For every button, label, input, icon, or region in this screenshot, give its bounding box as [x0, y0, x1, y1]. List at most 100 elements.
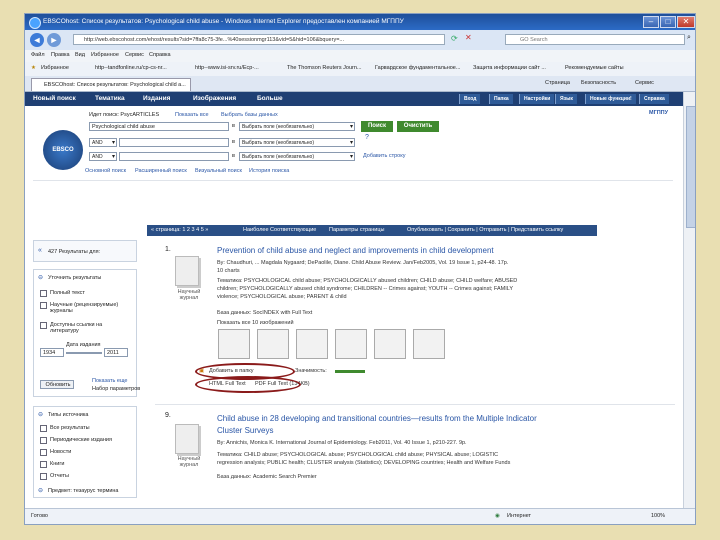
folder-link[interactable]: Папка [489, 94, 513, 104]
collapse-icon[interactable]: ⊖ [38, 487, 43, 494]
help-link[interactable]: Справка [639, 94, 669, 104]
image-thumbnail[interactable] [296, 329, 328, 359]
image-thumbnail[interactable] [413, 329, 445, 359]
bool-select-3[interactable]: AND [89, 152, 117, 161]
visual-search-link[interactable]: Визуальный поиск [195, 168, 242, 174]
choose-db-link[interactable]: Выбрать базы данных [221, 112, 278, 118]
query-input-2[interactable] [119, 138, 229, 147]
menu-favorites[interactable]: Избранное [91, 52, 119, 58]
field-select-3[interactable]: Выбрать поле (необязательно) [239, 152, 355, 161]
type-checkbox[interactable] [40, 473, 47, 480]
url-input[interactable]: http://web.ebscohost.com/ehost/results?s… [73, 34, 445, 45]
collapse-icon[interactable]: « [38, 247, 42, 254]
sign-in-link[interactable]: Вход [459, 94, 481, 104]
nav-publications[interactable]: Издания [143, 95, 170, 102]
date-slider[interactable] [66, 352, 102, 354]
type-checkbox[interactable] [40, 461, 47, 468]
minimize-button[interactable]: – [643, 16, 659, 28]
refresh-icon[interactable]: ⟳ [451, 34, 458, 43]
date-from-input[interactable]: 1934 [40, 348, 64, 357]
image-thumbnail[interactable] [335, 329, 367, 359]
show-more-link[interactable]: Показать еще [92, 378, 128, 384]
show-all-link[interactable]: Показать все [175, 112, 209, 118]
page-options-select[interactable]: Параметры страницы [329, 227, 384, 233]
date-to-input[interactable]: 2011 [104, 348, 128, 357]
query-input-1[interactable]: Psychological child abuse [89, 122, 229, 131]
in-label: в [232, 123, 235, 129]
stop-icon[interactable]: ✕ [465, 33, 472, 42]
basic-search-link[interactable]: Основной поиск [85, 168, 126, 174]
zone-label: Интернет [507, 513, 531, 519]
maximize-button[interactable]: □ [660, 16, 676, 28]
image-thumbnail[interactable] [257, 329, 289, 359]
fav-item[interactable]: Рекомендуемые сайты [565, 65, 624, 71]
field-select-1[interactable]: Выбрать поле (необязательно) [239, 122, 355, 131]
zoom-level[interactable]: 100% [651, 513, 665, 519]
search-history-link[interactable]: История поиска [249, 168, 289, 174]
type-checkbox[interactable] [40, 425, 47, 432]
star-icon[interactable]: ★ [31, 65, 36, 71]
menu-edit[interactable]: Правка [51, 52, 70, 58]
preferences-link[interactable]: Настройки [519, 94, 555, 104]
fav-item[interactable]: http--tandfonline.ru/cp-cs-nr... [95, 65, 167, 71]
result-subjects-2: children; PSYCHOLOGICALLY abused child s… [217, 286, 514, 292]
language-link[interactable]: Язык [555, 94, 577, 104]
result-title-link[interactable]: Child abuse in 28 developing and transit… [217, 414, 537, 423]
collapse-icon[interactable]: ⊖ [38, 274, 43, 281]
tab-ebsco[interactable]: EBSCOhost: Список результатов: Psycholog… [31, 78, 191, 91]
sort-select[interactable]: Наиболее Соответствующие [243, 227, 316, 233]
scroll-thumb[interactable] [686, 106, 695, 228]
update-button[interactable]: Обновить [40, 380, 74, 389]
browser-search-input[interactable]: GO Search [505, 34, 685, 45]
new-features-link[interactable]: Новые функции! [585, 94, 636, 104]
query-input-3[interactable] [119, 152, 229, 161]
nav-subjects[interactable]: Тематика [95, 95, 125, 102]
fav-item[interactable]: http--www.isi-srv.ru/Ecp-... [195, 65, 259, 71]
result-byline: By: Chaudhuri, ... Magdala Nygaard; DePa… [217, 260, 509, 266]
result-title-link-2[interactable]: Cluster Surveys [217, 426, 273, 435]
share-menu[interactable]: Опубликовать | Сохранить | Отправить | П… [407, 227, 563, 233]
references-checkbox[interactable] [40, 322, 47, 329]
fav-item[interactable]: Защита информации сайт ... [473, 65, 546, 71]
title-bar: EBSCOhost: Список результатов: Psycholog… [25, 14, 695, 30]
menu-view[interactable]: Вид [75, 52, 85, 58]
page-menu[interactable]: Страница [545, 80, 570, 86]
advanced-search-link[interactable]: Расширенный поиск [135, 168, 187, 174]
show-images-link[interactable]: Показать все 10 изображений [217, 320, 294, 326]
menu-file[interactable]: Файл [31, 52, 45, 58]
image-thumbnail[interactable] [374, 329, 406, 359]
favorites-label[interactable]: Избранное [41, 65, 69, 71]
pagination[interactable]: « страница: 1 2 3 4 5 » [151, 227, 208, 233]
clear-button[interactable]: Очистить [397, 121, 439, 132]
result-subjects: Тематика: PSYCHOLOGICAL child abuse; PSY… [217, 278, 518, 284]
security-menu[interactable]: Безопасность [581, 80, 616, 86]
collapse-icon[interactable]: ⊖ [38, 411, 43, 418]
menu-tools[interactable]: Сервис [125, 52, 144, 58]
bool-select-2[interactable]: AND [89, 138, 117, 147]
nav-new-search[interactable]: Новый поиск [33, 95, 76, 102]
fav-item[interactable]: Гарвардское фундаментальное... [375, 65, 460, 71]
in-label: в [232, 139, 235, 145]
relevance-bar [335, 370, 365, 373]
result-title-link[interactable]: Prevention of child abuse and neglect an… [217, 246, 494, 255]
scholarly-checkbox[interactable] [40, 302, 47, 309]
image-thumbnail[interactable] [218, 329, 250, 359]
add-row-link[interactable]: Добавить строку [363, 153, 405, 159]
type-checkbox[interactable] [40, 437, 47, 444]
field-select-2[interactable]: Выбрать поле (необязательно) [239, 138, 355, 147]
forward-icon[interactable]: ► [47, 33, 61, 47]
search-button[interactable]: Поиск [361, 121, 393, 132]
close-button[interactable]: ✕ [677, 16, 695, 28]
full-text-checkbox[interactable] [40, 290, 47, 297]
menu-help[interactable]: Справка [149, 52, 171, 58]
search-icon[interactable]: ⌕ [687, 34, 691, 42]
tools-menu[interactable]: Сервис [635, 80, 654, 86]
fav-item[interactable]: The Thomson Reuters Journ... [287, 65, 362, 71]
help-question-icon[interactable]: ? [365, 134, 369, 141]
ebsco-logo[interactable]: EBSCO [43, 130, 83, 170]
nav-images[interactable]: Изображения [193, 95, 236, 102]
type-checkbox[interactable] [40, 449, 47, 456]
nav-more[interactable]: Больше [257, 95, 283, 102]
back-icon[interactable]: ◄ [30, 33, 44, 47]
vertical-scrollbar[interactable] [683, 92, 695, 508]
